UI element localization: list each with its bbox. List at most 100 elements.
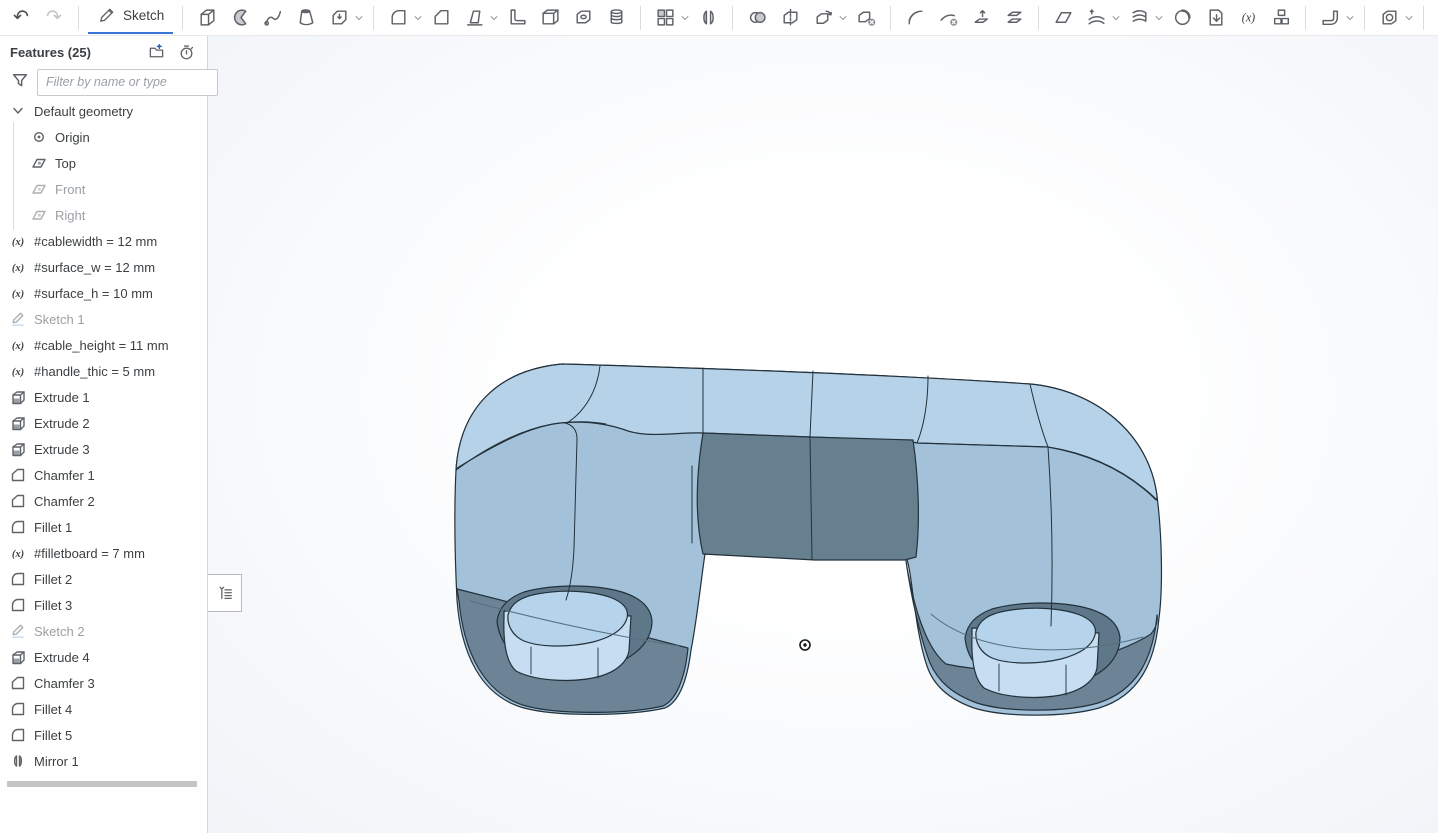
linear-pattern-dropdown-chevron[interactable] <box>680 3 690 33</box>
sketch-button[interactable]: Sketch <box>88 1 173 34</box>
offset-surface-dropdown-chevron[interactable] <box>1111 3 1121 33</box>
modify-fillet-button[interactable] <box>900 3 930 33</box>
redo-button[interactable]: ↷ <box>39 3 69 33</box>
feature-item-fillet-3[interactable]: Fillet 3 <box>0 592 207 618</box>
model-3d[interactable] <box>208 36 1438 833</box>
features-panel-header: Features (25) <box>0 36 207 66</box>
thicken-dropdown-chevron[interactable] <box>354 3 364 33</box>
horizontal-scrollbar[interactable] <box>7 781 197 787</box>
feature-item-extrude-1[interactable]: Extrude 1 <box>0 384 207 410</box>
tree-item-default-geometry[interactable]: Default geometry <box>0 98 207 124</box>
feature-item-surface-h-10-mm[interactable]: (x)#surface_h = 10 mm <box>0 280 207 306</box>
feature-item-label: Fillet 1 <box>34 520 72 535</box>
feature-list-collapse-button[interactable] <box>208 574 242 612</box>
chamfer-button[interactable] <box>426 3 456 33</box>
replace-face-button[interactable] <box>999 3 1029 33</box>
feature-item-handle-thic-5-mm[interactable]: (x)#handle_thic = 5 mm <box>0 358 207 384</box>
chevron-down-icon <box>680 13 690 23</box>
feature-item-chamfer-1[interactable]: Chamfer 1 <box>0 462 207 488</box>
feature-item-chamfer-3[interactable]: Chamfer 3 <box>0 670 207 696</box>
feature-item-sketch-2[interactable]: Sketch 2 <box>0 618 207 644</box>
features-panel: Features (25) Default geometryOriginTopF… <box>0 36 208 833</box>
feature-item-surface-w-12-mm[interactable]: (x)#surface_w = 12 mm <box>0 254 207 280</box>
feature-item-filletboard-7-mm[interactable]: (x)#filletboard = 7 mm <box>0 540 207 566</box>
feature-item-sketch-1[interactable]: Sketch 1 <box>0 306 207 332</box>
hole-button[interactable] <box>568 3 598 33</box>
feature-item-fillet-1[interactable]: Fillet 1 <box>0 514 207 540</box>
origin-marker[interactable] <box>800 640 810 650</box>
tree-item-right[interactable]: Right <box>0 202 207 228</box>
feature-item-label: Fillet 2 <box>34 572 72 587</box>
feature-item-extrude-2[interactable]: Extrude 2 <box>0 410 207 436</box>
undo-button[interactable]: ↶ <box>6 3 36 33</box>
pencil-icon <box>97 6 116 25</box>
tree-item-front[interactable]: Front <box>0 176 207 202</box>
helix-button[interactable] <box>1124 3 1154 33</box>
thicken-button[interactable] <box>324 3 354 33</box>
linear-pattern-button[interactable] <box>650 3 680 33</box>
transform-dropdown-chevron[interactable] <box>838 3 848 33</box>
sketch-icon <box>10 623 26 639</box>
feature-item-cable-height-11-mm[interactable]: (x)#cable_height = 11 mm <box>0 332 207 358</box>
new-folder-button[interactable] <box>145 41 167 63</box>
plane-button[interactable] <box>1048 3 1078 33</box>
history-button[interactable] <box>175 41 197 63</box>
appearance-button[interactable] <box>1433 3 1438 33</box>
feature-item-label: #handle_thic = 5 mm <box>34 364 155 379</box>
extrude-button[interactable] <box>192 3 222 33</box>
tree-item-top[interactable]: Top <box>0 150 207 176</box>
derived-button[interactable] <box>1200 3 1230 33</box>
revolve-button[interactable] <box>225 3 255 33</box>
split-button[interactable] <box>775 3 805 33</box>
graphics-viewport[interactable] <box>208 36 1438 833</box>
loft-button[interactable] <box>291 3 321 33</box>
offset-surface-button[interactable] <box>1081 3 1111 33</box>
enclose-dropdown-chevron[interactable] <box>1404 3 1414 33</box>
fillet-dropdown-chevron[interactable] <box>413 3 423 33</box>
toolbar-separator <box>1305 6 1306 30</box>
feature-item-extrude-3[interactable]: Extrude 3 <box>0 436 207 462</box>
mirror-button[interactable] <box>693 3 723 33</box>
sphere-button[interactable] <box>1167 3 1197 33</box>
model-inner-face[interactable] <box>697 433 918 560</box>
feature-item-fillet-4[interactable]: Fillet 4 <box>0 696 207 722</box>
toolbar-separator <box>182 6 183 30</box>
chamfer-icon <box>431 7 452 28</box>
tree-item-origin[interactable]: Origin <box>0 124 207 150</box>
feature-item-label: Chamfer 1 <box>34 468 95 483</box>
delete-part-icon <box>856 7 877 28</box>
svg-text:(x): (x) <box>1242 11 1255 25</box>
delete-part-button[interactable] <box>851 3 881 33</box>
feature-item-fillet-5[interactable]: Fillet 5 <box>0 722 207 748</box>
sheet-metal-button[interactable] <box>1315 3 1345 33</box>
filter-icon[interactable] <box>11 71 28 93</box>
feature-item-cablewidth-12-mm[interactable]: (x)#cablewidth = 12 mm <box>0 228 207 254</box>
sheet-metal-dropdown-chevron[interactable] <box>1345 3 1355 33</box>
feature-item-label: Sketch 1 <box>34 312 85 327</box>
feature-item-label: #surface_w = 12 mm <box>34 260 155 275</box>
helix-dropdown-chevron[interactable] <box>1154 3 1164 33</box>
feature-item-mirror-1[interactable]: Mirror 1 <box>0 748 207 774</box>
move-face-button[interactable] <box>966 3 996 33</box>
svg-text:(x): (x) <box>12 237 24 248</box>
shell-button[interactable] <box>535 3 565 33</box>
delete-face-button[interactable] <box>933 3 963 33</box>
feature-item-chamfer-2[interactable]: Chamfer 2 <box>0 488 207 514</box>
sweep-button[interactable] <box>258 3 288 33</box>
filter-input[interactable] <box>37 69 218 96</box>
custom-feature-button[interactable] <box>1266 3 1296 33</box>
draft-dropdown-chevron[interactable] <box>489 3 499 33</box>
shell-icon <box>540 7 561 28</box>
draft-button[interactable] <box>459 3 489 33</box>
fillet-icon <box>10 571 26 587</box>
feature-item-fillet-2[interactable]: Fillet 2 <box>0 566 207 592</box>
feature-item-extrude-4[interactable]: Extrude 4 <box>0 644 207 670</box>
variable-button[interactable]: (x) <box>1233 3 1263 33</box>
enclose-button[interactable] <box>1374 3 1404 33</box>
fillet-button[interactable] <box>383 3 413 33</box>
transform-button[interactable] <box>808 3 838 33</box>
rib-button[interactable] <box>502 3 532 33</box>
boolean-button[interactable] <box>742 3 772 33</box>
features-panel-title: Features (25) <box>10 45 137 60</box>
thread-button[interactable] <box>601 3 631 33</box>
